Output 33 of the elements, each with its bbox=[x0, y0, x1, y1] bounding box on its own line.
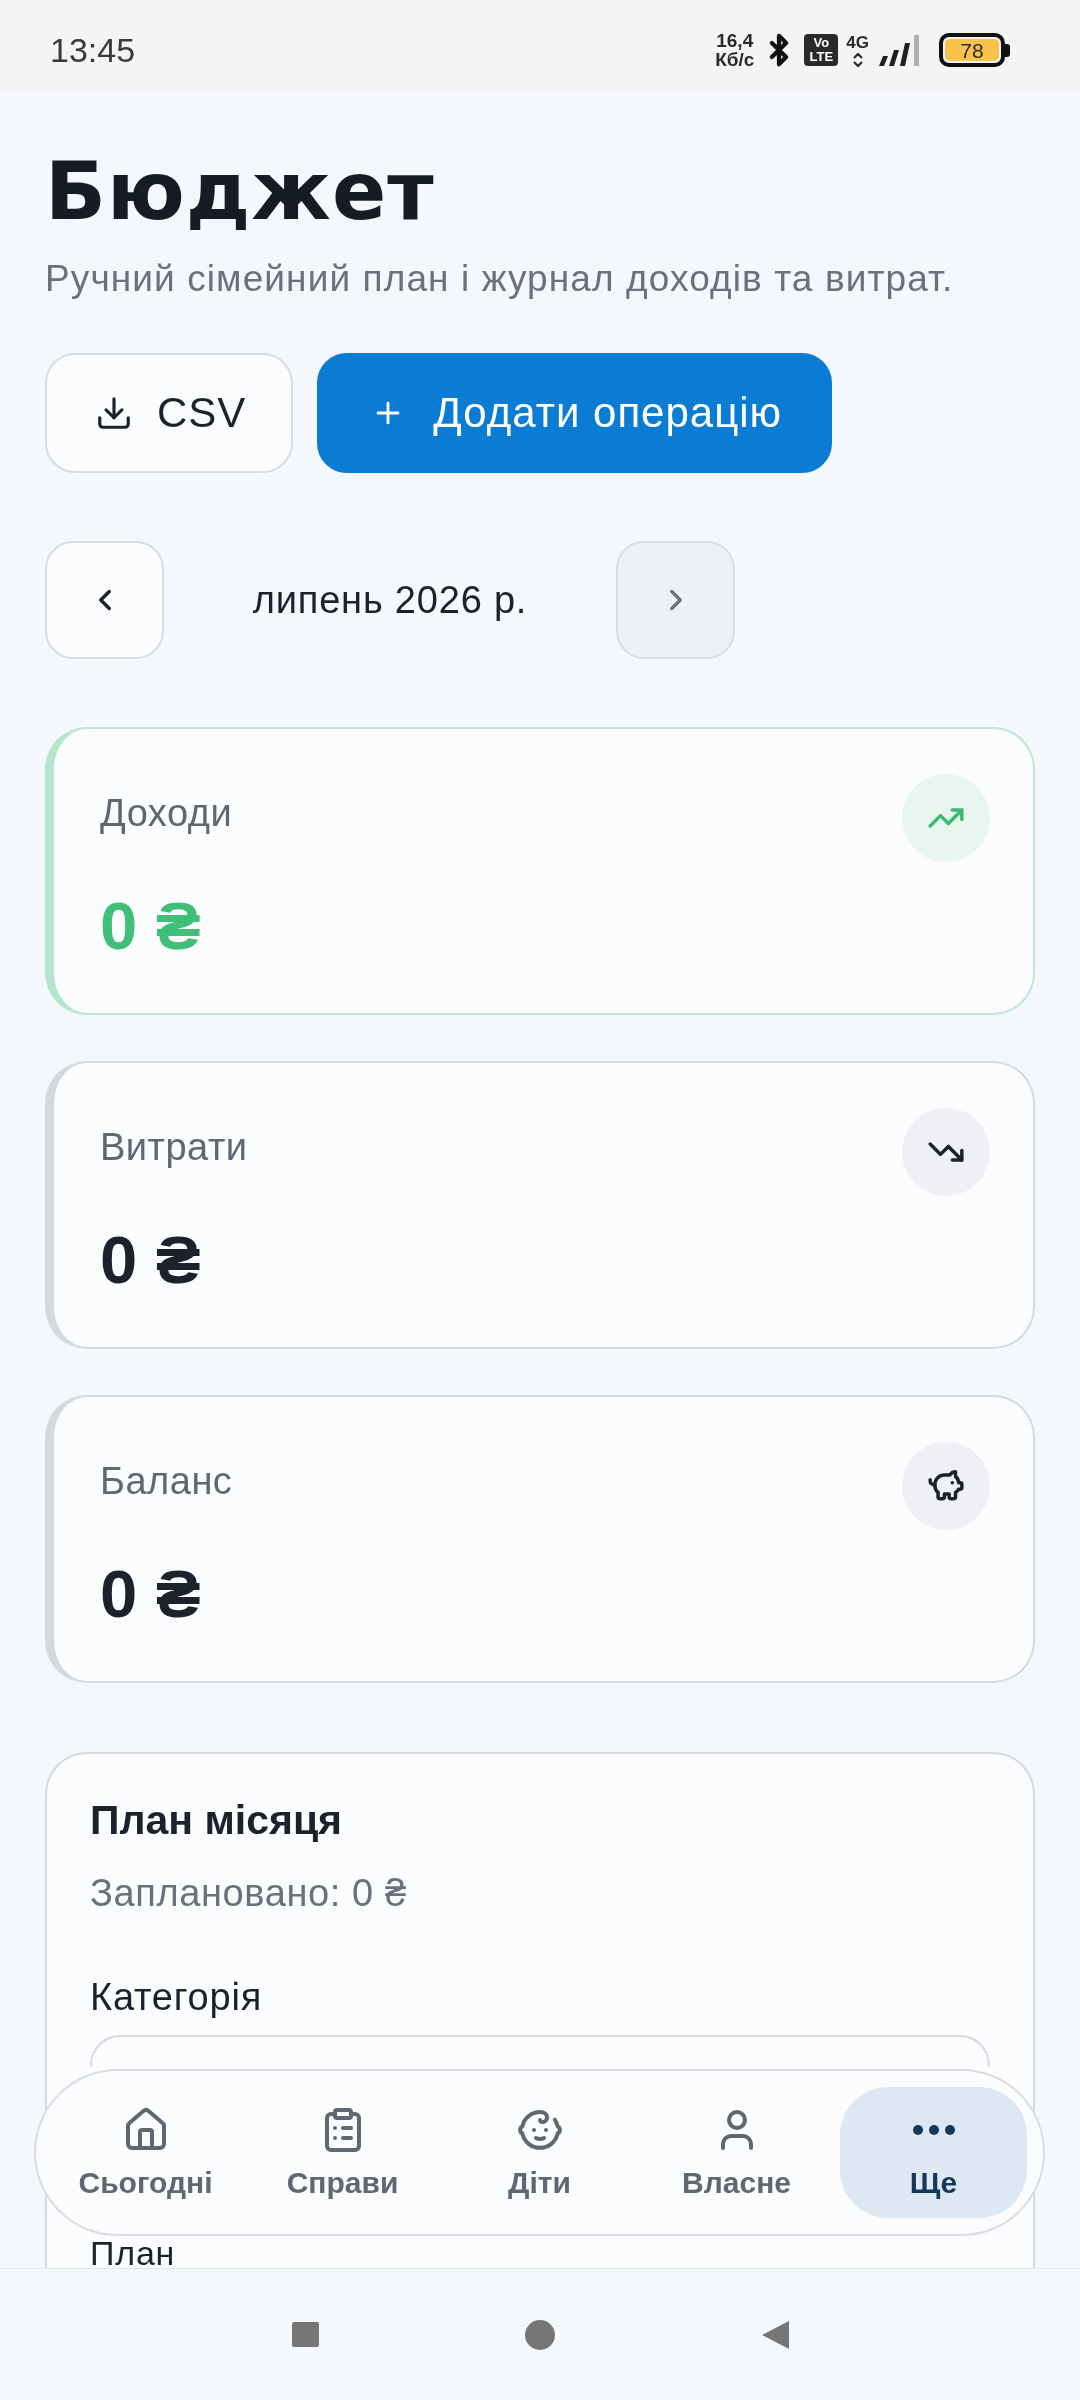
signal-icon bbox=[877, 34, 921, 66]
page-subtitle: Ручний сімейний план і журнал доходів та витрат. bbox=[45, 258, 954, 300]
system-home-icon[interactable] bbox=[525, 2319, 555, 2350]
card-amount: 0 ₴ bbox=[100, 1555, 201, 1633]
recents-icon[interactable] bbox=[291, 2322, 319, 2347]
add-operation-button[interactable]: Додати операцію bbox=[317, 353, 833, 473]
planned-total: Заплановано: 0 ₴ bbox=[90, 1872, 407, 1915]
data-arrows-icon bbox=[852, 52, 863, 67]
card-label: Доходи bbox=[100, 792, 233, 835]
battery-indicator: 78 bbox=[939, 33, 1010, 67]
field-label: План bbox=[90, 2238, 176, 2268]
card-amount: 0 ₴ bbox=[100, 1221, 201, 1299]
download-icon bbox=[95, 394, 133, 432]
page-title: Бюджет bbox=[45, 152, 435, 232]
nav-tab[interactable]: Сьогодні bbox=[52, 2087, 239, 2218]
card-label: Баланс bbox=[100, 1460, 233, 1503]
category-field[interactable] bbox=[90, 2035, 990, 2067]
volte-badge: Vo LTE bbox=[804, 34, 839, 66]
network-speed: 16,4 Кб/с bbox=[715, 31, 755, 69]
field-label: Категорія bbox=[90, 1976, 263, 2019]
nav-tab[interactable]: Ще bbox=[840, 2087, 1027, 2218]
back-icon[interactable] bbox=[761, 2320, 789, 2349]
network-type: 4G bbox=[846, 33, 869, 51]
month-label: липень 2026 р. bbox=[252, 578, 528, 622]
csv-export-button[interactable]: CSV bbox=[45, 353, 294, 473]
plan-title: План місяця bbox=[90, 1796, 343, 1845]
nav-tab[interactable]: Справи bbox=[249, 2087, 436, 2218]
clock-time: 13:45 bbox=[50, 30, 136, 70]
nav-tab[interactable]: Діти bbox=[446, 2087, 633, 2218]
card-amount: 0 ₴ bbox=[100, 887, 201, 965]
nav-tab[interactable]: Власне bbox=[643, 2087, 830, 2218]
more-icon bbox=[912, 2124, 955, 2135]
card-label: Витрати bbox=[100, 1126, 248, 1169]
